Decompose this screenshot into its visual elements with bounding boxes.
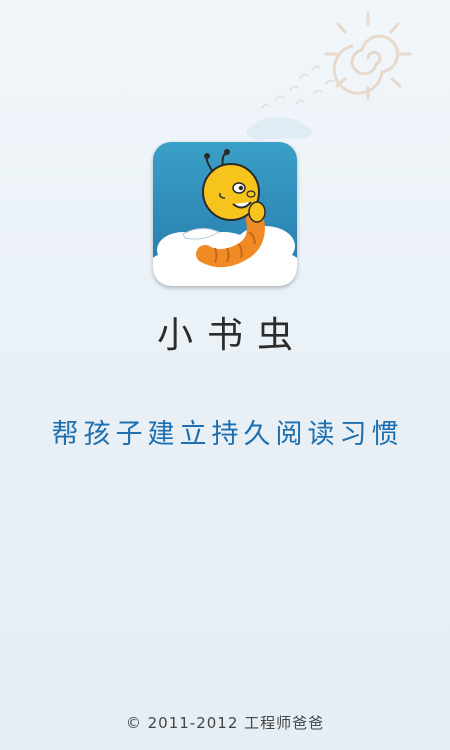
bookworm-mascot-icon (153, 142, 297, 286)
copyright-notice: © 2011-2012 工程师爸爸 (125, 714, 325, 732)
splash-screen: 小书虫 帮孩子建立持久阅读习惯 © 2011-2012 工程师爸爸 (0, 0, 450, 750)
app-slogan: 帮孩子建立持久阅读习惯 (51, 419, 404, 450)
app-name: 小书虫 (156, 315, 307, 356)
